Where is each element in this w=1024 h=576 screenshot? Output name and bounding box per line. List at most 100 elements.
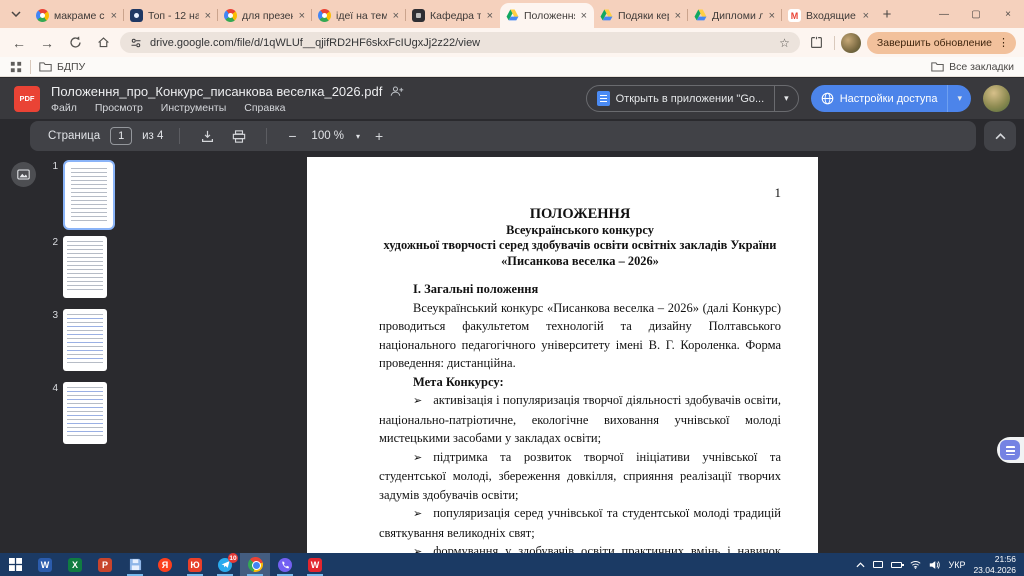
tray-display-icon[interactable] [873, 561, 883, 568]
taskbar-viber[interactable] [270, 553, 300, 576]
taskbar-powerpoint[interactable]: P [90, 553, 120, 576]
tab-polozhennya-active[interactable]: Положення_п × [500, 3, 594, 28]
tab-close-icon[interactable]: × [486, 10, 494, 22]
clock[interactable]: 21:56 23.04.2026 [973, 554, 1016, 574]
menu-view[interactable]: Просмотр [95, 102, 143, 114]
taskbar-save-app[interactable] [120, 553, 150, 576]
bullet-item: ➢підтримка та розвиток творчої ініціатив… [379, 448, 781, 505]
tab-makrame[interactable]: макраме сова × [30, 3, 124, 28]
share-settings-main[interactable]: Настройки доступа [811, 92, 948, 105]
tab-close-icon[interactable]: × [298, 10, 306, 22]
tab-close-icon[interactable]: × [204, 10, 212, 22]
folder-icon [39, 61, 52, 72]
browser-menu-icon[interactable]: ⋮ [998, 36, 1009, 49]
thumbnail-page-3[interactable]: 3 [46, 309, 107, 371]
tab-close-icon[interactable]: × [392, 10, 400, 22]
taskbar-excel[interactable]: X [60, 553, 90, 576]
share-person-add-icon[interactable] [390, 85, 404, 97]
menu-help[interactable]: Справка [244, 102, 285, 114]
zoom-caret-icon[interactable]: ▾ [356, 132, 360, 141]
menu-file[interactable]: Файл [51, 102, 77, 114]
share-settings-label: Настройки доступа [840, 93, 938, 105]
taskbar: W X P Я Ю 10 W [0, 553, 1024, 576]
tray-wifi-icon[interactable] [910, 560, 921, 569]
telegram-badge: 10 [228, 553, 238, 563]
tab-close-icon[interactable]: × [862, 10, 870, 22]
tab-close-icon[interactable]: × [674, 10, 682, 22]
tab-close-icon[interactable]: × [768, 10, 776, 22]
maximize-button[interactable]: ▢ [960, 0, 992, 28]
taskbar-wordwall[interactable]: W [300, 553, 330, 576]
tab-podyaky[interactable]: Подяки керів × [594, 3, 688, 28]
start-button[interactable] [0, 553, 30, 576]
bullet-arrow-icon: ➢ [413, 394, 422, 407]
all-bookmarks-button[interactable]: Все закладки [931, 61, 1014, 73]
windows-logo-icon [9, 558, 22, 571]
thumbnail-page-1[interactable]: 1 [46, 160, 115, 230]
toolbar-divider [834, 36, 835, 50]
collapse-toolbar-button[interactable] [984, 121, 1016, 151]
language-indicator[interactable]: УКР [948, 560, 965, 570]
side-panel-button[interactable] [806, 32, 828, 54]
download-icon [201, 130, 214, 143]
bookmark-folder-bdpu[interactable]: БДПУ [39, 61, 85, 73]
thumbnail-page-2[interactable]: 2 [46, 236, 107, 298]
page-number-input[interactable] [110, 127, 132, 145]
tray-volume-icon[interactable] [929, 560, 940, 570]
thumbnail-page-image [67, 164, 111, 226]
url-bar[interactable]: drive.google.com/file/d/1qWLUf__qjifRD2H… [120, 32, 800, 53]
taskbar-yandex[interactable]: Я [150, 553, 180, 576]
floating-extension-button[interactable] [997, 437, 1024, 463]
toolbar-divider [266, 128, 267, 144]
chevron-up-icon [856, 562, 865, 568]
print-button[interactable] [228, 125, 250, 147]
zoom-in-button[interactable]: + [370, 128, 388, 144]
taskbar-red-app[interactable]: Ю [180, 553, 210, 576]
tab-kafedra[interactable]: Кафедра теор × [406, 3, 500, 28]
apps-grid-icon[interactable] [10, 61, 22, 73]
profile-avatar[interactable] [841, 33, 861, 53]
open-in-app-button[interactable]: Открыть в приложении "Go... ▾ [586, 85, 799, 112]
minimize-button[interactable]: — [928, 0, 960, 28]
open-in-app-main[interactable]: Открыть в приложении "Go... [587, 91, 775, 106]
chevron-up-icon [995, 133, 1006, 140]
bookmark-folder-label: БДПУ [57, 61, 85, 73]
tab-close-icon[interactable]: × [580, 10, 588, 22]
taskbar-telegram[interactable]: 10 [210, 553, 240, 576]
tab-label: Положення_п [524, 10, 575, 22]
back-button[interactable]: ← [8, 32, 30, 54]
zoom-out-button[interactable]: − [283, 128, 301, 144]
share-settings-caret-icon[interactable]: ▾ [948, 93, 971, 104]
taskbar-chrome[interactable] [240, 553, 270, 576]
tab-gmail-inbox[interactable]: M Входящие (68 × [782, 3, 876, 28]
home-button[interactable] [92, 32, 114, 54]
tab-search-button[interactable] [5, 4, 27, 24]
tab-top12[interactable]: Топ - 12 найкр × [124, 3, 218, 28]
side-panel-icon [810, 36, 823, 49]
menu-tools[interactable]: Инструменты [161, 102, 226, 114]
bookmark-star-icon[interactable]: ☆ [779, 36, 790, 50]
tab-presentation[interactable]: для презентац × [218, 3, 312, 28]
drive-favicon-icon [506, 9, 519, 22]
thumbnail-page-4[interactable]: 4 [46, 382, 107, 444]
open-in-app-caret-icon[interactable]: ▾ [775, 93, 798, 104]
reload-button[interactable] [64, 32, 86, 54]
zoom-level[interactable]: 100 % [311, 130, 344, 142]
tray-battery-icon[interactable] [891, 562, 902, 568]
forward-button[interactable]: → [36, 32, 58, 54]
thumbnail-selected-frame[interactable] [63, 160, 115, 230]
tray-expand-button[interactable] [856, 562, 865, 568]
share-settings-button[interactable]: Настройки доступа ▾ [811, 85, 971, 112]
wordwall-icon: W [308, 558, 322, 572]
bullet-item: ➢популяризація серед учнівської та студе… [379, 504, 781, 542]
new-tab-button[interactable]: + [876, 3, 898, 25]
tab-dyplomy[interactable]: Дипломи лау × [688, 3, 782, 28]
download-button[interactable] [196, 125, 218, 147]
close-button[interactable]: × [992, 0, 1024, 28]
thumbnail-panel-toggle[interactable] [11, 162, 36, 187]
tab-idei[interactable]: ідеї на тему ко × [312, 3, 406, 28]
finish-update-button[interactable]: Завершить обновление ⋮ [867, 32, 1016, 54]
tab-close-icon[interactable]: × [110, 10, 118, 22]
taskbar-word[interactable]: W [30, 553, 60, 576]
account-avatar[interactable] [983, 85, 1010, 112]
